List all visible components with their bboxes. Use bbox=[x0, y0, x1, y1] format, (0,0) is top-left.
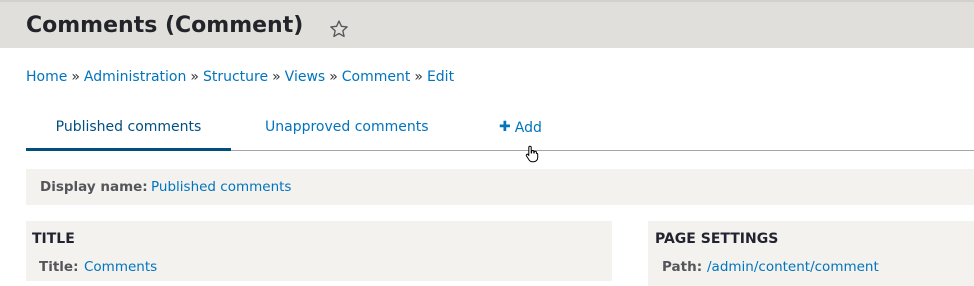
display-name-bar: Display name: Published comments bbox=[26, 169, 974, 205]
page-settings-heading: PAGE SETTINGS bbox=[655, 231, 779, 247]
breadcrumb-structure[interactable]: Structure bbox=[203, 69, 268, 85]
path-value-link[interactable]: /admin/content/comment bbox=[707, 259, 879, 275]
breadcrumb-views[interactable]: Views bbox=[285, 69, 326, 85]
breadcrumb-administration[interactable]: Administration bbox=[84, 69, 186, 85]
breadcrumb-separator: » bbox=[71, 69, 80, 85]
star-icon[interactable] bbox=[329, 19, 349, 39]
breadcrumb-edit[interactable]: Edit bbox=[427, 69, 454, 85]
add-display-label: Add bbox=[514, 120, 542, 136]
breadcrumb-home[interactable]: Home bbox=[26, 69, 67, 85]
breadcrumb-separator: » bbox=[414, 69, 423, 85]
hand-pointer-cursor-icon bbox=[525, 145, 539, 163]
add-display-button[interactable]: ✚ Add bbox=[499, 103, 542, 151]
breadcrumb-separator: » bbox=[190, 69, 199, 85]
title-label: Title: bbox=[39, 259, 79, 275]
page-title: Comments (Comment) bbox=[26, 13, 304, 38]
tab-published-comments[interactable]: Published comments bbox=[26, 103, 231, 151]
tab-unapproved-comments[interactable]: Unapproved comments bbox=[265, 103, 429, 151]
display-tabs: Published comments Unapproved comments ✚… bbox=[26, 103, 974, 151]
display-name-link[interactable]: Published comments bbox=[151, 169, 291, 205]
display-name-label: Display name: bbox=[40, 179, 148, 195]
breadcrumb-comment[interactable]: Comment bbox=[342, 69, 411, 85]
title-value-link[interactable]: Comments bbox=[84, 259, 157, 275]
title-section-heading: TITLE bbox=[32, 231, 75, 247]
breadcrumb-separator: » bbox=[329, 69, 338, 85]
breadcrumb-separator: » bbox=[272, 69, 281, 85]
plus-icon: ✚ bbox=[499, 119, 511, 135]
path-label: Path: bbox=[662, 259, 703, 275]
breadcrumb: Home» Administration» Structure» Views» Comm… bbox=[26, 69, 454, 85]
page-header: Comments (Comment) bbox=[0, 0, 974, 48]
